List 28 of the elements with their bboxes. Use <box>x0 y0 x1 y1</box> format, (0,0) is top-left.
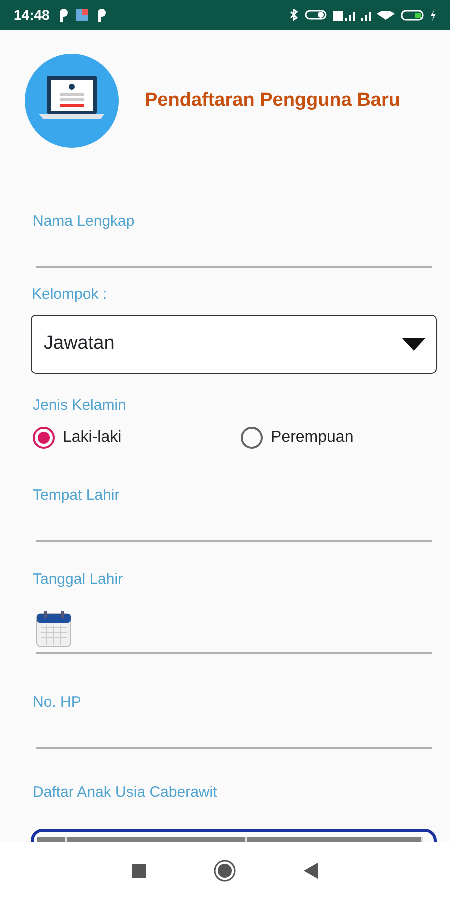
field-label: Nama Lengkap <box>33 212 135 232</box>
page-title: Pendaftaran Pengguna Baru <box>145 88 400 113</box>
bluetooth-icon <box>289 9 299 21</box>
status-time: 14:48 <box>14 6 50 24</box>
toggle-icon <box>305 10 327 20</box>
radio-button[interactable] <box>33 427 55 449</box>
caret-icon <box>402 338 426 351</box>
calendar-icon[interactable] <box>36 610 72 648</box>
section-label: Daftar Anak Usia Caberawit <box>33 783 218 803</box>
app-notification-icon <box>76 9 88 21</box>
app-notification-icon <box>96 8 106 22</box>
field-label: Jenis Kelamin <box>33 396 126 416</box>
wifi-icon <box>377 10 395 20</box>
gender-radio[interactable]: Laki-laki <box>33 426 241 450</box>
back-button[interactable] <box>304 863 318 879</box>
signal-icon <box>361 10 371 20</box>
group-dropdown[interactable]: Jawatan <box>31 315 437 374</box>
battery-icon <box>401 10 424 20</box>
radio-button[interactable] <box>241 427 263 449</box>
field-label: No. HP <box>33 693 82 713</box>
app-notification-icon <box>58 8 68 22</box>
charging-icon <box>430 8 436 22</box>
signal-icon <box>333 10 355 20</box>
field-label: Tempat Lahir <box>33 486 120 506</box>
field-label: Kelompok : <box>32 285 108 305</box>
home-button[interactable] <box>214 860 236 882</box>
gender-radio[interactable]: Perempuan <box>241 426 354 450</box>
field-label: Tanggal Lahir <box>33 570 124 590</box>
